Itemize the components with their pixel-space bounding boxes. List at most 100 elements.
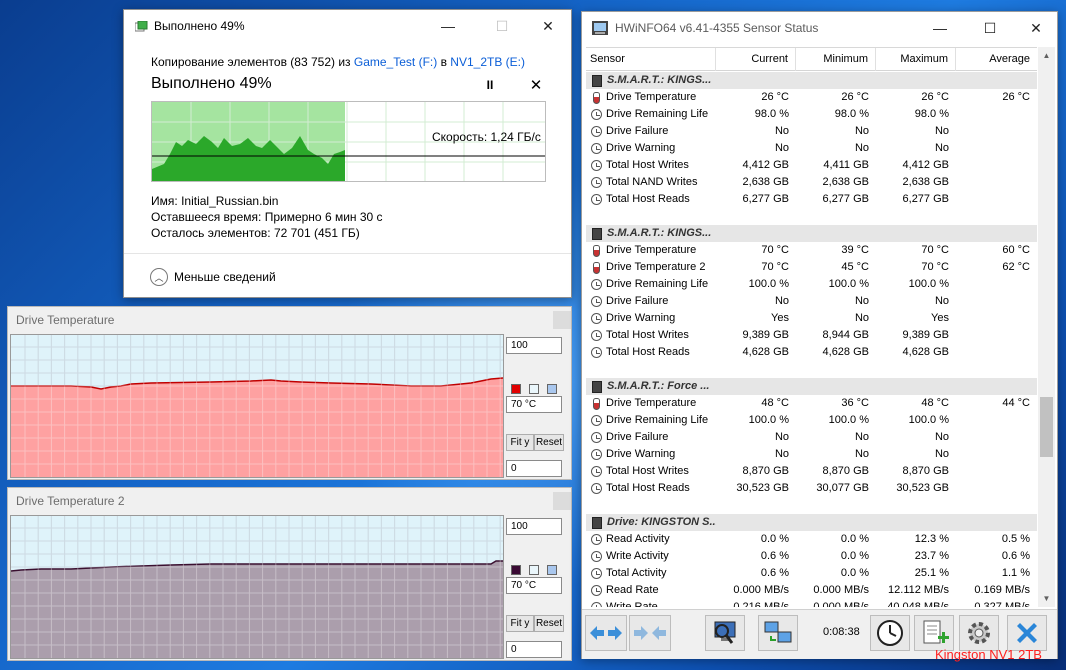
less-details-button[interactable]: ︿ Меньше сведений	[150, 267, 276, 287]
fit-y-button[interactable]: Fit y	[506, 615, 534, 632]
sensor-table: Sensor Current Minimum Maximum Average S…	[586, 47, 1037, 607]
graph-max-field[interactable]: 100	[506, 518, 562, 535]
sensor-row[interactable]: Total Host Writes 8,870 GB 8,870 GB 8,870 G…	[586, 463, 1037, 480]
pause-button[interactable]: II	[482, 78, 498, 94]
sensor-row[interactable]: Read Rate 0.000 MB/s 0.000 MB/s 12.112 MB/s…	[586, 582, 1037, 599]
close-button[interactable]: ✕	[1018, 18, 1054, 38]
file-name-value: Initial_Russian.bin	[181, 194, 279, 208]
background-color-swatch[interactable]	[529, 384, 539, 394]
sensor-row[interactable]: Write Rate 0.216 MB/s 0.000 MB/s 40.048 MB/…	[586, 599, 1037, 607]
scroll-up-arrow[interactable]: ▲	[1038, 47, 1055, 64]
grid-color-swatch[interactable]	[547, 565, 557, 575]
sensor-maximum-cell: No	[934, 431, 949, 443]
background-color-swatch[interactable]	[529, 565, 539, 575]
sensor-current-cell: No	[774, 431, 789, 443]
sensor-row[interactable]: Total NAND Writes 2,638 GB 2,638 GB 2,638 G…	[586, 174, 1037, 191]
sensor-row[interactable]: Drive Temperature 2 70 °C 45 °C 70 °C 62 °C	[586, 259, 1037, 276]
clock-icon	[591, 602, 602, 607]
source-link[interactable]: Game_Test (F:)	[354, 55, 437, 69]
speed-label: Скорость: 1,24 ГБ/с	[432, 130, 541, 144]
sensor-row[interactable]: Total Host Reads 30,523 GB 30,077 GB 30,523…	[586, 480, 1037, 497]
sensor-maximum-cell: No	[934, 125, 949, 137]
column-header-maximum[interactable]: Maximum	[876, 48, 956, 71]
sensor-row[interactable]: Drive Remaining Life 100.0 % 100.0 % 100.0 …	[586, 412, 1037, 429]
sensor-row[interactable]: Write Activity 0.6 % 0.0 % 23.7 % 0.6 %	[586, 548, 1037, 565]
sensor-row[interactable]: Drive Temperature 26 °C 26 °C 26 °C 26 °C	[586, 89, 1037, 106]
sensor-row[interactable]: Drive Warning No No No	[586, 140, 1037, 157]
reset-button[interactable]: Reset	[534, 434, 564, 451]
sensor-group-row[interactable]: Drive: KINGSTON S...	[586, 514, 1037, 531]
sensor-minimum-cell: 45 °C	[841, 261, 869, 273]
sensor-row[interactable]: Drive Temperature 70 °C 39 °C 70 °C 60 °C	[586, 242, 1037, 259]
graph-current-field[interactable]: 70 °C	[506, 396, 562, 413]
sensor-current-cell	[716, 225, 796, 242]
sensor-group-row[interactable]: S.M.A.R.T.: Force ...	[586, 378, 1037, 395]
minimize-button[interactable]: —	[922, 18, 958, 38]
sensor-row[interactable]: Total Host Reads 6,277 GB 6,277 GB 6,277 GB	[586, 191, 1037, 208]
maximize-button[interactable]: ☐	[484, 16, 520, 36]
reset-button[interactable]: Reset	[534, 615, 564, 632]
minimize-button[interactable]: —	[430, 16, 466, 36]
sensor-minimum-cell: 26 °C	[841, 91, 869, 103]
maximize-button[interactable]: ☐	[972, 18, 1008, 38]
hwinfo-titlebar[interactable]: HWiNFO64 v6.41-4355 Sensor Status — ☐ ✕	[582, 12, 1057, 44]
series-color-swatch[interactable]	[511, 384, 521, 394]
sensor-row[interactable]: Drive Temperature 48 °C 36 °C 48 °C 44 °C	[586, 395, 1037, 412]
column-header-current[interactable]: Current	[716, 48, 796, 71]
scrollbar-thumb[interactable]	[1040, 397, 1053, 457]
grid-color-swatch[interactable]	[547, 384, 557, 394]
graph-window-close-button[interactable]	[553, 311, 571, 329]
sensor-minimum-cell	[796, 514, 876, 531]
vertical-scrollbar[interactable]: ▲ ▼	[1038, 47, 1055, 607]
sensor-row[interactable]: Total Host Writes 4,412 GB 4,411 GB 4,412 G…	[586, 157, 1037, 174]
reset-timer-button[interactable]	[870, 615, 910, 651]
column-header-sensor[interactable]: Sensor	[586, 48, 716, 71]
sensor-average-cell	[956, 174, 1037, 191]
sensor-minimum-cell: 8,944 GB	[822, 329, 869, 341]
sensor-row[interactable]: Drive Warning Yes No Yes	[586, 310, 1037, 327]
clock-icon	[591, 347, 602, 358]
cancel-copy-button[interactable]: ✕	[526, 76, 546, 94]
sensor-row[interactable]: Total Activity 0.6 % 0.0 % 25.1 % 1.1 %	[586, 565, 1037, 582]
sensor-group-row[interactable]: S.M.A.R.T.: KINGS...	[586, 225, 1037, 242]
expand-collapse-button[interactable]	[585, 615, 627, 651]
scroll-down-arrow[interactable]: ▼	[1038, 590, 1055, 607]
logging-button[interactable]	[914, 615, 954, 651]
close-button[interactable]: ✕	[530, 16, 566, 36]
clock-icon	[591, 330, 602, 341]
fit-y-button[interactable]: Fit y	[506, 434, 534, 451]
sensor-current-cell	[716, 378, 796, 395]
graph-min-field[interactable]: 0	[506, 641, 562, 658]
sensor-name-cell: Drive: KINGSTON S...	[586, 514, 716, 531]
series-color-swatch[interactable]	[511, 565, 521, 575]
sensor-graph-button[interactable]	[705, 615, 745, 651]
sensor-row[interactable]: Drive Failure No No No	[586, 293, 1037, 310]
column-header-average[interactable]: Average	[956, 48, 1037, 71]
time-remaining-value: Примерно 6 мин 30 с	[264, 210, 383, 224]
graph-max-field[interactable]: 100	[506, 337, 562, 354]
settings-button[interactable]	[959, 615, 999, 651]
sensor-group-row[interactable]: S.M.A.R.T.: KINGS...	[586, 72, 1037, 89]
sensor-name-cell: Total Host Writes	[586, 157, 716, 174]
dialog-separator	[124, 253, 571, 254]
sensor-row[interactable]: Total Host Writes 9,389 GB 8,944 GB 9,389 G…	[586, 327, 1037, 344]
sensor-row[interactable]: Drive Warning No No No	[586, 446, 1037, 463]
graph-min-field[interactable]: 0	[506, 460, 562, 477]
sensor-table-header: Sensor Current Minimum Maximum Average	[586, 48, 1037, 71]
sensor-current-cell: 4,628 GB	[742, 346, 789, 358]
destination-link[interactable]: NV1_2TB (E:)	[450, 55, 525, 69]
sensor-row[interactable]: Drive Failure No No No	[586, 429, 1037, 446]
sensor-name-cell: Read Activity	[586, 531, 716, 548]
column-header-minimum[interactable]: Minimum	[796, 48, 876, 71]
graph-current-field[interactable]: 70 °C	[506, 577, 562, 594]
sensor-row[interactable]: Total Host Reads 4,628 GB 4,628 GB 4,628 GB	[586, 344, 1037, 361]
graph-window-close-button[interactable]	[553, 492, 571, 510]
close-sensors-button[interactable]	[1007, 615, 1047, 651]
sensor-row[interactable]: Drive Remaining Life 100.0 % 100.0 % 100.0 …	[586, 276, 1037, 293]
sensor-row[interactable]: Read Activity 0.0 % 0.0 % 12.3 % 0.5 %	[586, 531, 1037, 548]
network-button[interactable]	[758, 615, 798, 651]
collapse-all-button[interactable]	[629, 615, 671, 651]
sensor-row[interactable]: Drive Remaining Life 98.0 % 98.0 % 98.0 %	[586, 106, 1037, 123]
sensor-row[interactable]: Drive Failure No No No	[586, 123, 1037, 140]
copy-dialog-titlebar[interactable]: Выполнено 49% — ☐ ✕	[124, 10, 571, 42]
